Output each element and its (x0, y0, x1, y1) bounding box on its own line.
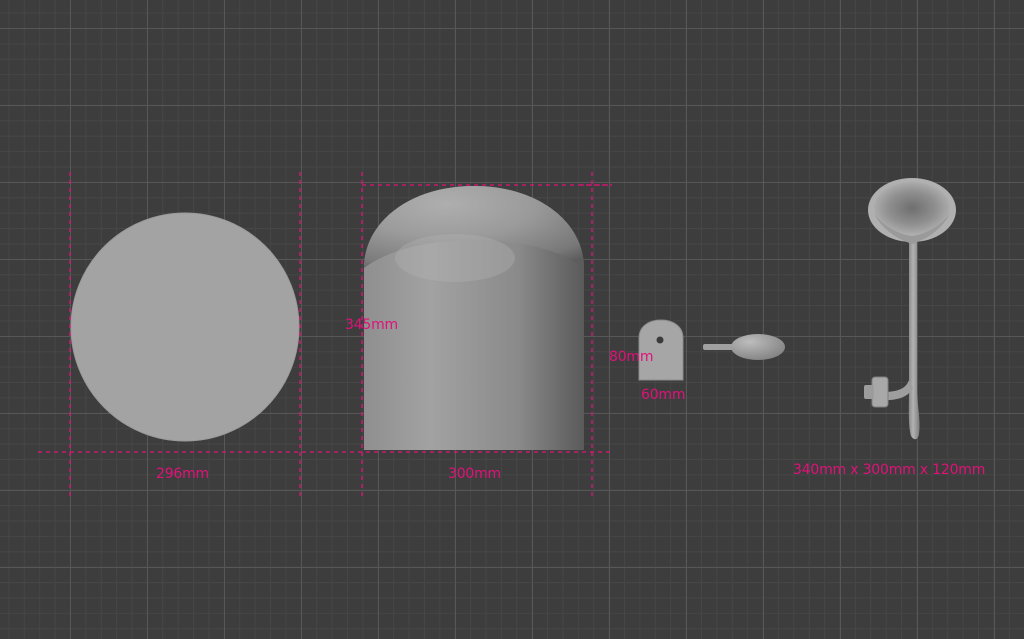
dome-height-label: 345mm (345, 317, 398, 333)
3d-viewport[interactable]: 296mm 345mm 300mm 80mm 60mm 340mm x 300m… (0, 0, 1024, 639)
dome-width-label: 300mm (448, 466, 501, 482)
viewport-scene[interactable] (0, 0, 1024, 639)
horn-object[interactable] (864, 178, 956, 440)
bracket-hole (656, 336, 664, 344)
disc-width-label: 296mm (156, 466, 209, 482)
bracket-height-label: 80mm (609, 349, 654, 365)
bracket-width-label: 60mm (641, 387, 686, 403)
bulb-object[interactable] (703, 334, 785, 360)
disc-object[interactable] (70, 212, 300, 442)
horn-dimensions-label: 340mm x 300mm x 120mm (793, 462, 986, 478)
